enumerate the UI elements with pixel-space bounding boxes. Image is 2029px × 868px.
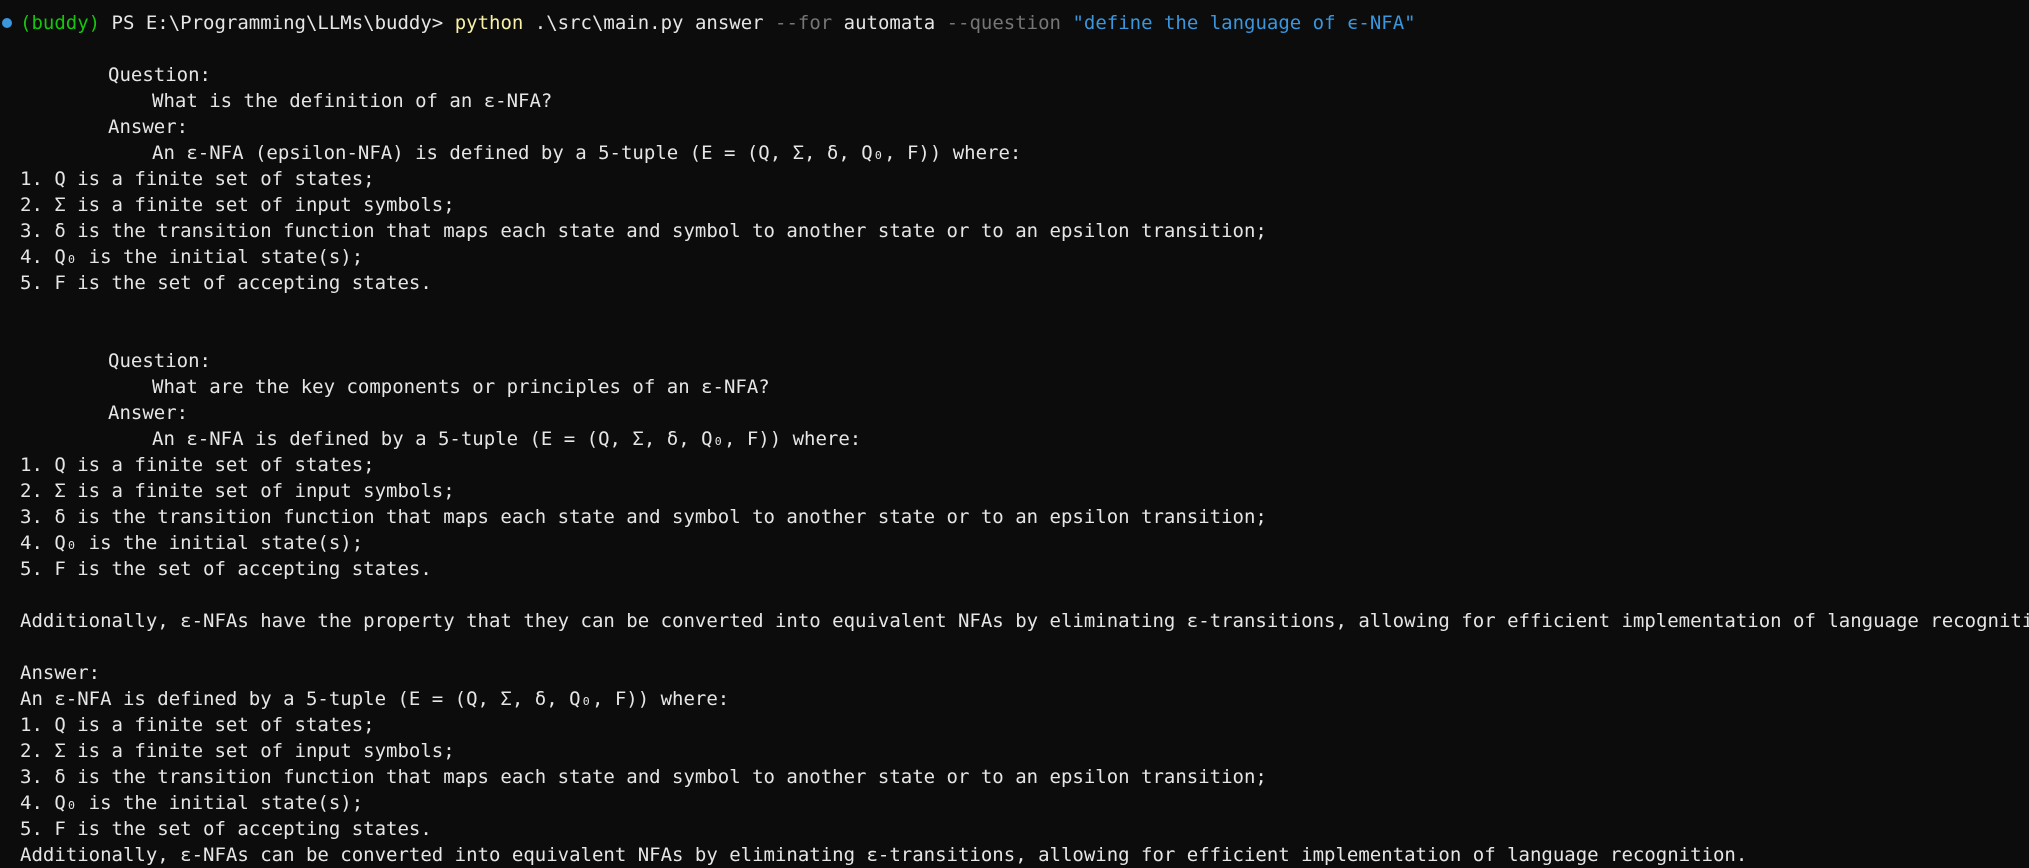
question-label: Question: — [108, 64, 211, 86]
list-item: 3. δ is the transition function that map… — [20, 220, 1267, 242]
list-item: 2. Σ is a finite set of input symbols; — [20, 194, 455, 216]
list-item: 4. Q₀ is the initial state(s); — [20, 246, 364, 268]
answer-label: Answer: — [108, 116, 189, 138]
flag-question-value: "define the language of ϵ-NFA" — [1061, 12, 1416, 34]
list-item: 5. F is the set of accepting states. — [20, 558, 432, 580]
command-script: .\src\main.py — [523, 12, 684, 34]
question-text: What is the definition of an ε-NFA? — [152, 90, 553, 112]
question-label: Question: — [108, 350, 211, 372]
prompt-path: PS E:\Programming\LLMs\buddy> — [100, 12, 444, 34]
list-item: 3. δ is the transition function that map… — [20, 766, 1267, 788]
answer-label: Answer: — [108, 402, 189, 424]
list-item: 1. Q is a finite set of states; — [20, 454, 375, 476]
question-text: What are the key components or principle… — [152, 376, 770, 398]
virtualenv-label: (buddy) — [20, 12, 101, 34]
final-additional-note: Additionally, ε-NFAs can be converted in… — [20, 844, 1748, 866]
answer-text: An ε-NFA is defined by a 5-tuple (E = (Q… — [152, 428, 862, 450]
command-subcommand: answer — [683, 12, 764, 34]
final-answer-label: Answer: — [20, 662, 101, 684]
flag-for: --for — [763, 12, 833, 34]
list-item: 2. Σ is a finite set of input symbols; — [20, 740, 455, 762]
terminal-output[interactable]: (buddy) PS E:\Programming\LLMs\buddy> py… — [0, 10, 2029, 868]
list-item: 2. Σ is a finite set of input symbols; — [20, 480, 455, 502]
list-item: 1. Q is a finite set of states; — [20, 714, 375, 736]
list-item: 5. F is the set of accepting states. — [20, 818, 432, 840]
answer-text: An ε-NFA (epsilon-NFA) is defined by a 5… — [152, 142, 1022, 164]
list-item: 4. Q₀ is the initial state(s); — [20, 792, 364, 814]
flag-question: --question — [935, 12, 1062, 34]
list-item: 1. Q is a finite set of states; — [20, 168, 375, 190]
final-answer-text: An ε-NFA is defined by a 5-tuple (E = (Q… — [20, 688, 730, 710]
flag-for-value: automata — [832, 12, 936, 34]
prompt-line: (buddy) PS E:\Programming\LLMs\buddy> py… — [0, 10, 2029, 36]
command-name: python — [454, 12, 524, 34]
list-item: 5. F is the set of accepting states. — [20, 272, 432, 294]
list-item: 4. Q₀ is the initial state(s); — [20, 532, 364, 554]
additional-note: Additionally, ε-NFAs have the property t… — [20, 610, 2029, 632]
list-item: 3. δ is the transition function that map… — [20, 506, 1267, 528]
command-status-dot-icon — [2, 18, 12, 28]
